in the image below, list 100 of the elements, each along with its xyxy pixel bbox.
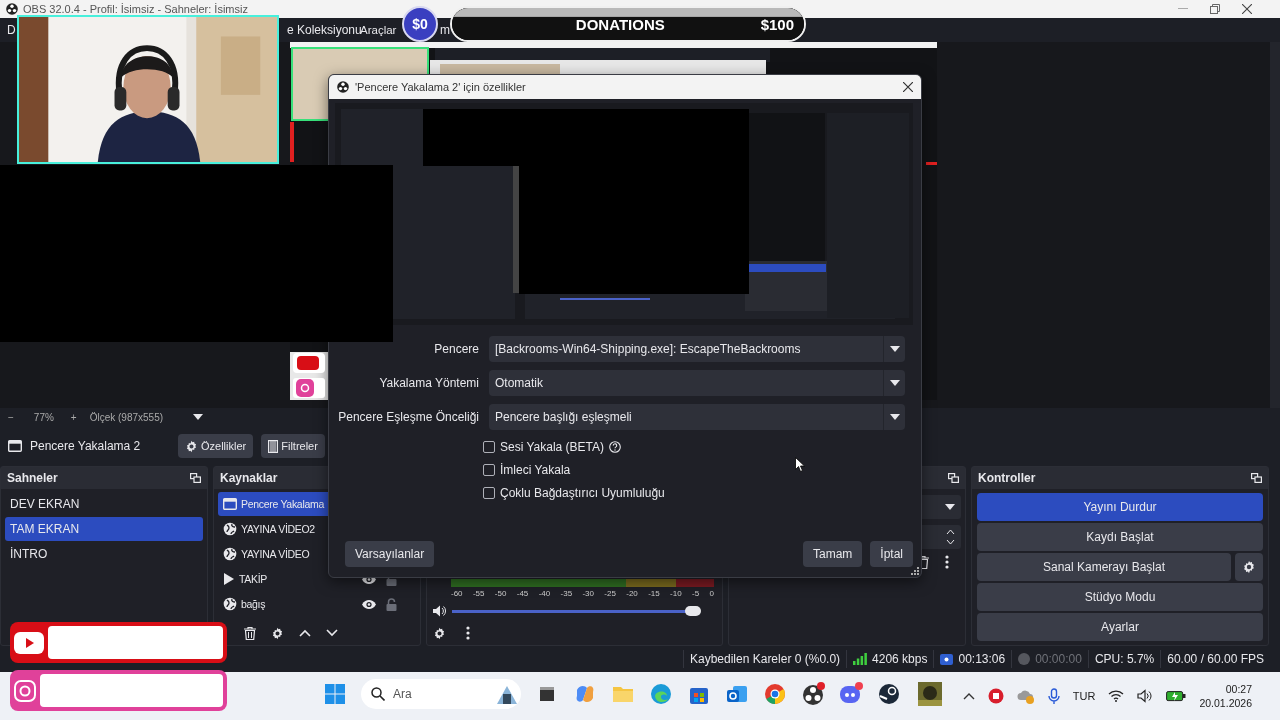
checkbox[interactable] <box>483 487 495 499</box>
control-button[interactable]: Kaydı Başlat <box>977 523 1263 551</box>
clock-date[interactable]: 20.01.2026 <box>1199 696 1252 710</box>
spin-arrows-icon[interactable] <box>946 528 955 546</box>
search-field[interactable]: Ara <box>361 679 521 709</box>
checkbox[interactable] <box>483 441 495 453</box>
undock-icon[interactable] <box>1251 473 1262 483</box>
window-title: OBS 32.0.4 - Profil: İsimsiz - Sahneler: İsimsiz <box>23 3 248 15</box>
source-item[interactable]: YAYINA VİDEO2 <box>218 517 416 541</box>
close-icon[interactable] <box>1242 4 1252 14</box>
trash-icon[interactable] <box>244 626 256 640</box>
menu-item[interactable]: Araçlar <box>360 24 397 36</box>
control-button[interactable]: Stüdyo Modu <box>977 583 1263 611</box>
dropdown-caret-icon <box>889 414 900 420</box>
virtual-camera-settings-button[interactable] <box>1235 553 1263 581</box>
source-item[interactable]: bağış <box>218 592 416 616</box>
more-icon[interactable] <box>466 626 470 640</box>
menu-item[interactable]: m <box>440 23 450 37</box>
camera-icon <box>14 679 36 702</box>
scene-item[interactable]: TAM EKRAN <box>5 517 203 541</box>
defaults-button[interactable]: Varsayılanlar <box>345 541 435 567</box>
obs-icon[interactable] <box>801 682 825 706</box>
settings-icon[interactable] <box>1242 560 1256 574</box>
control-button[interactable]: Yayını Durdur <box>977 493 1263 521</box>
properties-button[interactable]: Özellikler <box>178 434 254 458</box>
cpu-usage: CPU: 5.7% <box>1094 652 1155 666</box>
zoom-out-button[interactable]: − <box>8 411 14 423</box>
restore-icon[interactable] <box>1210 4 1220 14</box>
game-store-icon[interactable] <box>877 682 901 706</box>
battery-icon[interactable] <box>1166 690 1187 702</box>
cursor-icon <box>795 457 805 472</box>
eye-icon[interactable] <box>361 598 377 610</box>
volume-icon[interactable] <box>1137 689 1154 703</box>
ok-button[interactable]: Tamam <box>802 541 863 567</box>
scene-item[interactable]: İNTRO <box>5 542 203 566</box>
control-button[interactable]: Sanal Kamerayı Başlat <box>977 553 1231 581</box>
language-indicator[interactable]: TUR <box>1072 690 1096 702</box>
meter-tick: -35 <box>560 589 573 600</box>
meter-tick: -25 <box>604 589 616 600</box>
filter-icon <box>268 439 279 453</box>
tray-app-icon[interactable] <box>987 688 1004 704</box>
zoom-in-button[interactable]: + <box>70 411 77 423</box>
globe-icon <box>223 597 237 611</box>
move-up-icon[interactable] <box>299 629 311 637</box>
record-dot-icon <box>1018 653 1031 665</box>
signal-bars-icon <box>853 653 868 665</box>
meter-tick: -20 <box>626 589 638 600</box>
speaker-icon[interactable] <box>433 605 446 617</box>
undock-icon[interactable] <box>948 473 959 483</box>
meter-tick: -45 <box>516 589 529 600</box>
zoom-level: 77% <box>33 411 54 423</box>
unlocked-icon[interactable] <box>386 597 397 611</box>
settings-icon[interactable] <box>271 626 284 640</box>
dropdown-field[interactable]: Pencere başlığı eşleşmeli <box>489 404 905 430</box>
gear-icon <box>185 439 198 453</box>
undock-icon[interactable] <box>190 473 201 483</box>
streaming-icon <box>940 653 954 665</box>
obs-logo-icon <box>6 3 18 15</box>
meter-tick: -5 <box>691 589 700 600</box>
wifi-icon[interactable] <box>1108 690 1125 702</box>
volume-slider-thumb[interactable] <box>684 605 701 616</box>
record-time: 00:00:00 <box>1035 652 1082 666</box>
meter-tick: -55 <box>472 589 485 600</box>
scene-item[interactable]: DEV EKRAN <box>5 492 203 516</box>
start-icon[interactable] <box>323 682 347 706</box>
resize-grip-icon[interactable] <box>911 567 919 575</box>
window-icon <box>8 440 22 452</box>
menu-item[interactable]: D <box>7 23 16 37</box>
browser-icon[interactable] <box>649 682 673 706</box>
stream-time: 00:13:06 <box>958 652 1006 666</box>
dropdown-caret-icon <box>945 504 955 510</box>
meter-tick: -30 <box>582 589 594 600</box>
clock-time[interactable]: 00:27 <box>1225 682 1252 696</box>
checkbox-label[interactable]: İmleci Yakala <box>500 463 571 477</box>
window-icon <box>223 498 237 510</box>
source-name: Pencere Yakalama 2 <box>30 439 142 453</box>
search-icon <box>371 687 385 701</box>
donation-title: DONATIONS <box>574 15 666 33</box>
chat-app-icon[interactable] <box>839 682 863 706</box>
menu-item[interactable]: e Koleksiyonu <box>287 23 362 37</box>
control-button[interactable]: Ayarlar <box>977 613 1263 641</box>
dropdown-caret-icon <box>193 414 204 420</box>
microphone-icon[interactable] <box>1047 688 1060 704</box>
help-icon[interactable] <box>609 441 622 453</box>
dock-title: Sahneler <box>7 471 58 485</box>
cancel-button[interactable]: İptal <box>870 541 913 567</box>
checkbox-label[interactable]: Çoklu Bağdaştırıcı Uyumluluğu <box>500 486 665 500</box>
filters-button[interactable]: Filtreler <box>261 434 325 458</box>
chevron-up-icon[interactable] <box>962 692 975 700</box>
video-play-icon <box>14 631 44 654</box>
advanced-audio-icon[interactable] <box>433 626 446 640</box>
meter-tick: -40 <box>538 589 551 600</box>
more-icon[interactable] <box>945 555 949 569</box>
move-down-icon[interactable] <box>326 629 338 637</box>
meter-tick: -50 <box>494 589 507 600</box>
ring-browser-icon[interactable] <box>763 682 787 706</box>
checkbox-label[interactable]: Sesi Yakala (BETA) <box>500 440 605 454</box>
bitrate: 4206 kbps <box>872 652 928 666</box>
globe-icon <box>223 547 237 561</box>
checkbox[interactable] <box>483 464 495 476</box>
